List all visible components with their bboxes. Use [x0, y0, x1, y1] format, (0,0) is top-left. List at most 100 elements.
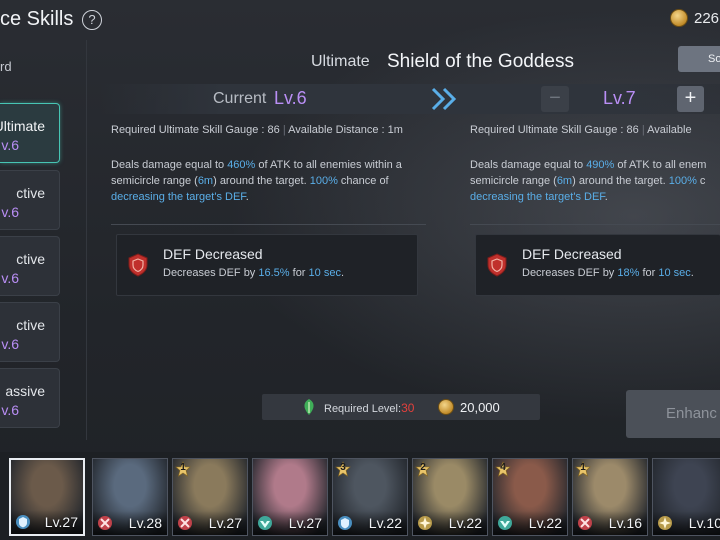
effect-text: for: [639, 267, 659, 279]
required-level-value: 30: [401, 401, 415, 415]
sword-icon: [98, 516, 112, 530]
effect-text: .: [690, 267, 694, 279]
next-level: Lv.7: [603, 88, 636, 108]
character-card[interactable]: 3 Lv.22: [332, 458, 408, 536]
character-card[interactable]: Lv.10: [652, 458, 720, 536]
character-level: Lv.28: [128, 515, 162, 531]
current-requirements: Required Ultimate Skill Gauge : 86 | Ava…: [111, 124, 403, 136]
character-level: Lv.22: [528, 515, 562, 531]
healer-icon: [258, 516, 272, 530]
star-count: 1: [580, 462, 586, 473]
distance-label: Available Distance :: [288, 124, 388, 136]
page-title: ce Skills: [0, 8, 74, 30]
star-count: 3: [340, 462, 346, 473]
tab-type: Ultimate: [0, 118, 45, 134]
current-label: Current: [213, 90, 267, 107]
character-level: Lv.22: [448, 515, 482, 531]
character-level: Lv.16: [608, 515, 642, 531]
character-level: Lv.27: [208, 515, 242, 531]
tab-type: ctive: [16, 317, 45, 333]
skill-name: Shield of the Goddess: [387, 51, 574, 72]
character-card[interactable]: Lv.28: [92, 458, 168, 536]
effect-description: Decreases DEF by 18% for 10 sec.: [522, 267, 694, 279]
desc-chance: 100%: [668, 175, 697, 187]
gauge-label: Required Ultimate Skill Gauge :: [470, 124, 627, 136]
character-card[interactable]: 2 Lv.22: [412, 458, 488, 536]
gold-coin-icon: [438, 399, 454, 415]
character-card[interactable]: 4 Lv.22: [492, 458, 568, 536]
effect-amount: 16.5%: [258, 267, 290, 279]
tab-level: v.6: [1, 137, 19, 153]
healer-icon: [498, 516, 512, 530]
current-description: Deals damage equal to 460% of ATK to all…: [111, 157, 431, 205]
gauge-label: Required Ultimate Skill Gauge :: [111, 124, 268, 136]
guardian-icon: [16, 515, 30, 529]
tab-level: v.6: [1, 336, 19, 352]
next-requirements: Required Ultimate Skill Gauge : 86 | Ava…: [470, 124, 692, 136]
tab-type: ctive: [16, 185, 45, 201]
desc-text: semicircle range (: [470, 175, 557, 187]
increase-level-button[interactable]: +: [677, 86, 704, 112]
effect-title: DEF Decreased: [522, 246, 622, 262]
tab-passive[interactable]: assive v.6: [0, 368, 60, 428]
decrease-level-button[interactable]: −: [541, 86, 569, 112]
tab-active-2[interactable]: ctive v.6: [0, 236, 60, 296]
required-gold: 20,000: [460, 400, 500, 415]
gold-coin-icon: [670, 9, 688, 27]
tab-ultimate[interactable]: Ultimate v.6: [0, 103, 60, 163]
support-icon: [418, 516, 432, 530]
double-chevron-right-icon: [431, 87, 457, 111]
skill-type: Ultimate: [311, 53, 370, 70]
desc-atk: 460%: [227, 159, 256, 171]
sidebar-label: rd: [0, 59, 12, 74]
effect-title: DEF Decreased: [163, 246, 263, 262]
character-level: Lv.27: [288, 515, 322, 531]
character-level: Lv.10: [688, 515, 720, 531]
effect-text: for: [289, 267, 309, 279]
character-card[interactable]: Lv.27: [252, 458, 328, 536]
character-card[interactable]: Lv.27: [9, 458, 85, 536]
tab-active-3[interactable]: ctive v.6: [0, 302, 60, 362]
gauge-value: 86: [626, 124, 639, 136]
shield-icon: [128, 253, 148, 277]
tab-level: v.6: [1, 402, 19, 418]
effect-text: Decreases DEF by: [163, 267, 259, 279]
distance-value: 1m: [387, 124, 403, 136]
tab-active-1[interactable]: ctive v.6: [0, 170, 60, 230]
desc-atk: 490%: [586, 159, 615, 171]
desc-text: of ATK to all enemies within a: [255, 159, 402, 171]
current-effect-card: DEF Decreased Decreases DEF by 16.5% for…: [116, 234, 418, 296]
effect-text: .: [340, 267, 345, 279]
required-level-label: Required Level:: [324, 403, 402, 415]
sword-icon: [178, 516, 192, 530]
desc-range: 6m: [197, 175, 214, 187]
effect-amount: 18%: [617, 267, 640, 279]
support-icon: [658, 516, 672, 530]
character-card[interactable]: 1 Lv.16: [572, 458, 648, 536]
desc-text: semicircle range (: [111, 175, 198, 187]
character-level: Lv.27: [44, 514, 78, 530]
desc-text: of ATK to all enem: [614, 159, 707, 171]
desc-text: c: [696, 175, 706, 187]
character-card[interactable]: 1 Lv.27: [172, 458, 248, 536]
tab-type: assive: [5, 383, 45, 399]
guardian-icon: [338, 516, 352, 530]
desc-text: ) around the target.: [213, 175, 310, 187]
side-button[interactable]: So: [678, 46, 720, 72]
desc-range: 6m: [556, 175, 573, 187]
tab-type: ctive: [16, 251, 45, 267]
desc-text: .: [245, 191, 249, 203]
help-icon[interactable]: ?: [82, 10, 102, 30]
enhance-button[interactable]: Enhanc: [626, 390, 720, 438]
effect-text: Decreases DEF by: [522, 267, 618, 279]
character-level: Lv.22: [368, 515, 402, 531]
divider: [470, 224, 720, 225]
required-level: Required Level:30: [324, 401, 414, 415]
star-count: 1: [180, 462, 186, 473]
level-leaf-icon: [304, 399, 314, 415]
requirement-bar: Required Level:30 20,000: [262, 394, 540, 420]
tab-level: v.6: [1, 270, 19, 286]
effect-description: Decreases DEF by 16.5% for 10 sec.: [163, 267, 344, 279]
shield-icon: [487, 253, 507, 277]
current-level: Lv.6: [274, 88, 307, 108]
